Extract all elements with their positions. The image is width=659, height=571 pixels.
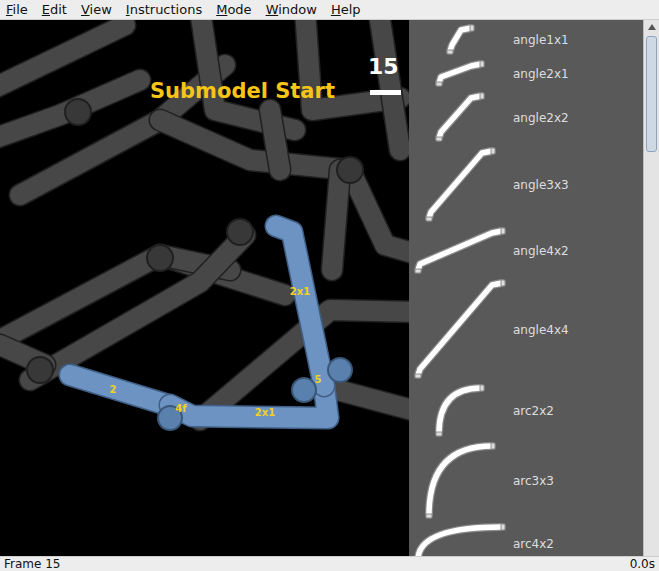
part-item[interactable]: arc2x2 (409, 382, 643, 440)
part-name: arc2x2 (513, 402, 554, 420)
viewport[interactable]: 2x1 2 4f 2x1 5 Submodel Start 15 (0, 20, 409, 556)
part-name: angle3x3 (513, 176, 569, 194)
part-item[interactable]: angle2x1 (409, 58, 643, 90)
part-item[interactable]: arc4x2 (409, 522, 643, 556)
pipe-icon (409, 90, 513, 145)
pipe-icon (409, 440, 513, 522)
part-item[interactable]: angle2x2 (409, 90, 643, 145)
pipe-icon (409, 145, 513, 225)
menu-bar: File Edit View Instructions Mode Window Help (0, 0, 659, 20)
pipe-icon (409, 382, 513, 440)
part-name: arc4x2 (513, 535, 554, 553)
menu-item[interactable]: Window (266, 1, 317, 19)
part-item[interactable]: angle1x1 (409, 22, 643, 58)
part-label: 2x1 (255, 407, 275, 419)
menu-item[interactable]: File (6, 1, 28, 19)
step-bar (370, 90, 401, 95)
part-name: angle1x1 (513, 31, 569, 49)
scroll-thumb[interactable] (646, 36, 657, 152)
part-name: angle2x2 (513, 109, 569, 127)
part-name: angle4x2 (513, 242, 569, 260)
part-name: angle2x1 (513, 65, 569, 83)
scrollbar[interactable] (643, 20, 659, 556)
part-label: 5 (315, 374, 322, 386)
menu-item[interactable]: Mode (216, 1, 251, 19)
menu-item[interactable]: Edit (42, 1, 67, 19)
scroll-up-icon[interactable] (644, 20, 659, 34)
menu-item[interactable]: View (81, 1, 112, 19)
part-label: 4f (175, 403, 186, 415)
menu-item[interactable]: Help (331, 1, 361, 19)
parts-list: angle1x1 angle2x1 angle2x2 angle3x3 angle4x2… (409, 20, 643, 556)
pipe-icon (409, 522, 513, 556)
submodel-title: Submodel Start (150, 78, 335, 104)
scroll-track (646, 36, 657, 540)
pipe-icon (409, 225, 513, 277)
part-label: 2 (110, 384, 117, 396)
part-item[interactable]: arc3x3 (409, 440, 643, 522)
status-bar: Frame 15 0.0s (0, 556, 659, 571)
time-status: 0.0s (630, 557, 655, 571)
part-name: angle4x4 (513, 321, 569, 339)
pipe-icon (409, 22, 513, 58)
part-item[interactable]: angle4x4 (409, 277, 643, 382)
step-number: 15 (368, 54, 399, 80)
part-name: arc3x3 (513, 472, 554, 490)
menu-item[interactable]: Instructions (126, 1, 202, 19)
pipe-icon (409, 58, 513, 90)
part-item[interactable]: angle3x3 (409, 145, 643, 225)
part-label: 2x1 (290, 286, 310, 298)
pipe-icon (409, 277, 513, 382)
part-item[interactable]: angle4x2 (409, 225, 643, 277)
frame-status: Frame 15 (4, 557, 60, 571)
